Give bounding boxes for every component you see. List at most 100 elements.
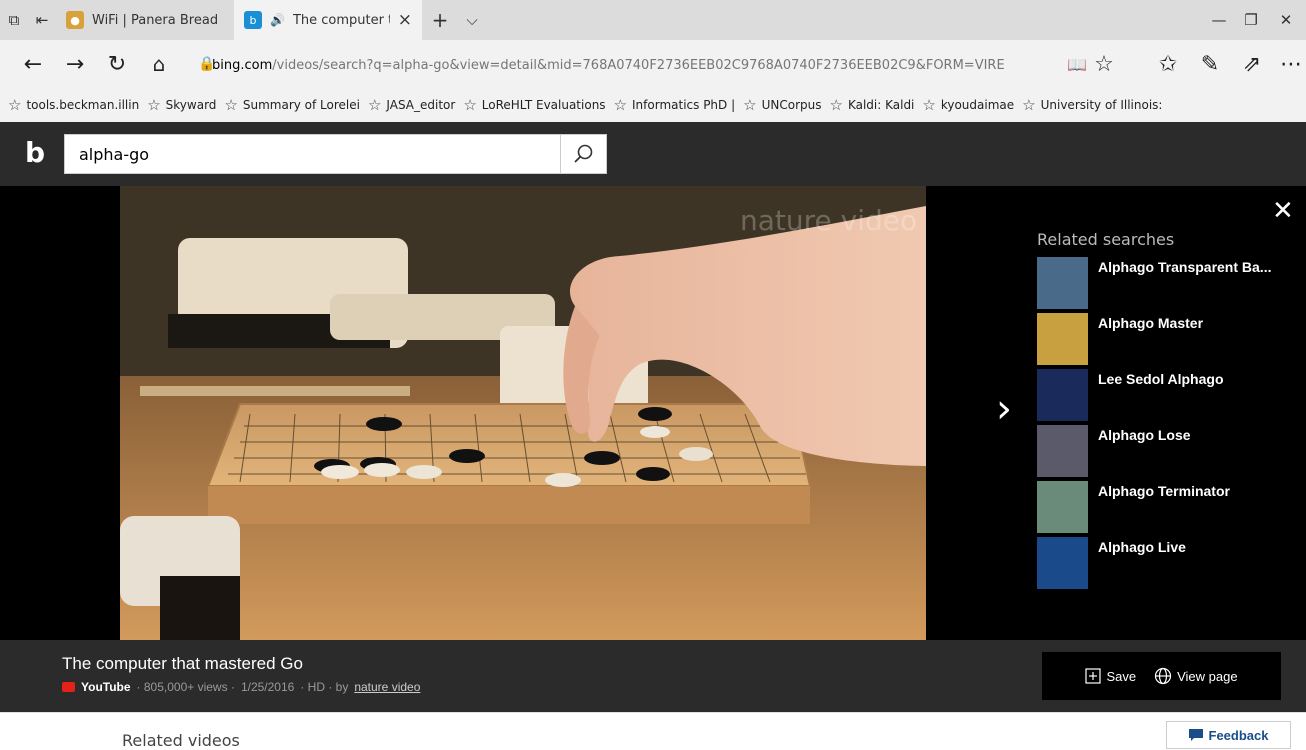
chevron-down-icon[interactable]: ⌵ <box>458 0 486 40</box>
video-views: · 805,000+ views · <box>136 680 235 694</box>
favorites-hub-icon[interactable]: ✩ <box>1147 40 1189 88</box>
related-search-label: Alphago Transparent Ba... <box>1098 259 1272 275</box>
related-search-item[interactable]: Lee Sedol Alphago <box>1037 369 1297 425</box>
address-path: /videos/search?q=alpha-go&view=detail&mi… <box>272 57 1005 73</box>
bookmark-item[interactable]: ☆ JASA_editor <box>368 96 455 114</box>
bookmark-item[interactable]: ☆ Kaldi: Kaldi <box>829 96 914 114</box>
next-video-icon[interactable]: › <box>996 386 1012 432</box>
youtube-icon <box>62 682 75 692</box>
bookmark-item[interactable]: ☆ UNCorpus <box>743 96 821 114</box>
bookmark-label: JASA_editor <box>386 98 456 112</box>
tab-panera[interactable]: ● WiFi | Panera Bread <box>56 0 234 40</box>
search-input[interactable] <box>65 136 560 172</box>
related-search-thumbnail <box>1037 537 1088 589</box>
tab-title: WiFi | Panera Bread <box>92 12 219 28</box>
related-search-item[interactable]: Alphago Lose <box>1037 425 1297 481</box>
star-icon: ☆ <box>1022 96 1036 114</box>
related-search-thumbnail <box>1037 313 1088 365</box>
star-icon: ☆ <box>922 96 936 114</box>
bookmark-label: Skyward <box>165 98 217 112</box>
tab-preview-icon[interactable]: ⧉ <box>0 0 28 40</box>
tab-bing-video[interactable]: b 🔊 The computer that × <box>234 0 422 40</box>
related-search-label: Alphago Terminator <box>1098 483 1230 499</box>
close-tab-icon[interactable]: × <box>398 10 412 30</box>
related-searches-heading: Related searches <box>1037 230 1175 249</box>
star-icon: ☆ <box>743 96 757 114</box>
bookmark-label: UNCorpus <box>761 98 822 112</box>
bookmark-item[interactable]: ☆ Summary of Lorelei <box>224 96 360 114</box>
related-searches-panel: Related searches Alphago Transparent Ba.… <box>1037 230 1297 593</box>
star-icon: ☆ <box>463 96 477 114</box>
back-icon[interactable]: ← <box>12 40 54 88</box>
bookmark-label: LoReHLT Evaluations <box>481 98 606 112</box>
related-search-item[interactable]: Alphago Transparent Ba... <box>1037 257 1297 313</box>
new-tab-icon[interactable]: + <box>422 0 458 40</box>
more-icon[interactable]: ⋯ <box>1276 40 1306 88</box>
save-icon <box>1085 668 1102 684</box>
refresh-icon[interactable]: ↻ <box>96 40 138 88</box>
feedback-icon <box>1188 729 1203 741</box>
bing-logo[interactable]: b <box>25 136 55 172</box>
address-domain: bing.com <box>212 57 273 73</box>
video-date: 1/25/2016 <box>240 680 295 694</box>
bookmark-label: kyoudaimae <box>940 98 1015 112</box>
star-icon: ☆ <box>613 96 628 114</box>
video-title[interactable]: The computer that mastered Go <box>62 654 303 674</box>
save-button[interactable]: Save <box>1085 668 1136 684</box>
set-aside-tabs-icon[interactable]: ⇤ <box>28 0 56 40</box>
related-search-thumbnail <box>1037 425 1088 477</box>
tab-title: The computer that <box>292 12 390 28</box>
save-label: Save <box>1106 668 1137 684</box>
favorites-bar: ☆ tools.beckman.illin ☆ Skyward ☆ Summary of … <box>0 88 1306 122</box>
video-quality: · HD · by <box>300 680 349 694</box>
related-search-item[interactable]: Alphago Live <box>1037 537 1297 593</box>
star-icon: ☆ <box>829 96 843 114</box>
globe-icon <box>1154 667 1172 685</box>
bing-icon: b <box>244 11 262 29</box>
video-watermark: nature video <box>740 204 917 237</box>
tab-bar: ⧉ ⇤ ● WiFi | Panera Bread b 🔊 The comput… <box>0 0 1306 40</box>
bookmark-item[interactable]: ☆ kyoudaimae <box>922 96 1014 114</box>
related-search-label: Alphago Live <box>1098 539 1186 555</box>
bookmark-label: Summary of Lorelei <box>242 98 360 112</box>
address-bar[interactable]: bing.com/videos/search?q=alpha-go&view=d… <box>212 49 1055 81</box>
related-search-thumbnail <box>1037 481 1088 533</box>
audio-playing-icon[interactable]: 🔊 <box>270 13 285 27</box>
video-source[interactable]: YouTube <box>81 680 131 694</box>
video-author-link[interactable]: nature video <box>354 680 420 694</box>
bookmark-item[interactable]: ☆ Skyward <box>147 96 216 114</box>
bookmark-item[interactable]: ☆ Informatics PhD | <box>614 96 736 114</box>
video-frame[interactable]: nature video <box>120 186 926 640</box>
related-search-label: Alphago Lose <box>1098 427 1191 443</box>
window-close-icon[interactable]: ✕ <box>1266 0 1306 40</box>
related-search-thumbnail <box>1037 257 1088 309</box>
below-player-section: Related videos Feedback <box>0 712 1306 750</box>
search-button[interactable] <box>560 135 604 173</box>
bing-page: b alpha-go nature video ✕ › Related sear… <box>0 122 1306 712</box>
video-meta: YouTube · 805,000+ views · 1/25/2016 · H… <box>62 680 420 694</box>
share-icon[interactable]: ⇗ <box>1231 40 1273 88</box>
related-search-item[interactable]: Alphago Master <box>1037 313 1297 369</box>
favorite-star-icon[interactable]: ☆ <box>1083 40 1125 88</box>
bookmark-label: University of Illinois: <box>1040 98 1163 112</box>
home-icon[interactable]: ⌂ <box>138 40 180 88</box>
video-player: nature video ✕ › Related searches Alphag… <box>0 186 1306 640</box>
view-page-button[interactable]: View page <box>1154 667 1238 685</box>
bookmark-item[interactable]: ☆ University of Illinois: <box>1022 96 1162 114</box>
pen-icon[interactable]: ✎ <box>1189 40 1231 88</box>
related-search-item[interactable]: Alphago Terminator <box>1037 481 1297 537</box>
bookmark-item[interactable]: ☆ LoReHLT Evaluations <box>463 96 605 114</box>
feedback-label: Feedback <box>1208 727 1269 743</box>
related-videos-heading: Related videos <box>122 731 240 750</box>
star-icon: ☆ <box>8 96 22 114</box>
bookmark-label: Informatics PhD | <box>632 98 736 112</box>
bookmark-item[interactable]: ☆ tools.beckman.illin <box>8 96 139 114</box>
bookmark-label: Kaldi: Kaldi <box>847 98 915 112</box>
forward-icon[interactable]: → <box>54 40 96 88</box>
bookmark-label: tools.beckman.illin <box>26 98 140 112</box>
close-player-icon[interactable]: ✕ <box>1272 196 1294 226</box>
panera-icon: ● <box>66 11 84 29</box>
related-search-label: Lee Sedol Alphago <box>1098 371 1224 387</box>
video-actions: Save View page <box>1042 652 1281 700</box>
star-icon: ☆ <box>367 96 382 114</box>
